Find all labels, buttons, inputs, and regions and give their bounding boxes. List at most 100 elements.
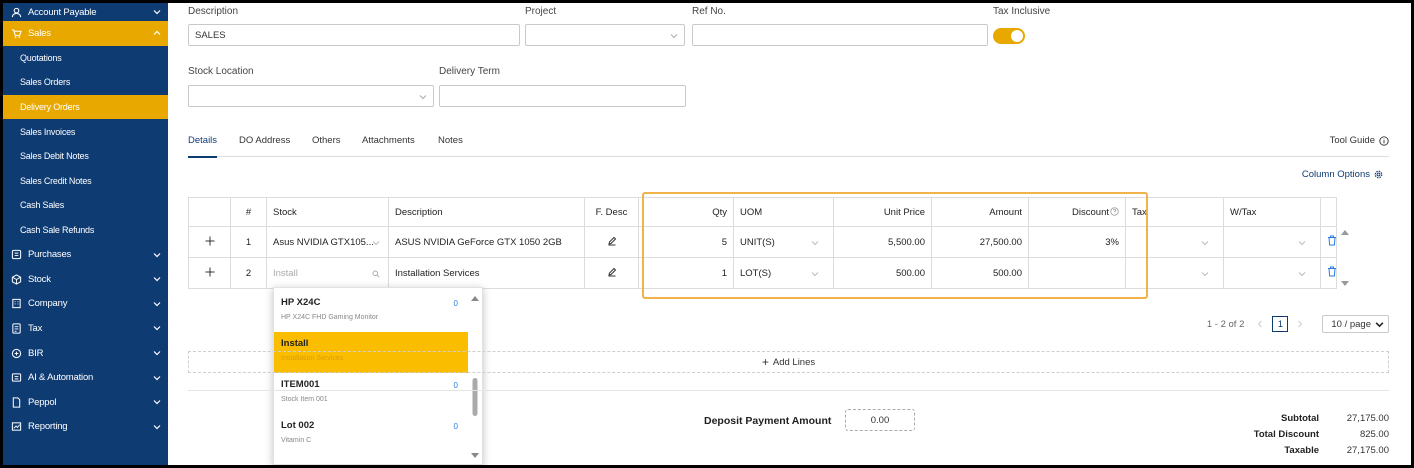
- sidebar-item-label: Company: [28, 298, 68, 310]
- chevron-down-icon: [1298, 272, 1306, 277]
- sidebar-item-bir[interactable]: BIR: [3, 341, 168, 366]
- add-lines-button[interactable]: + Add Lines: [188, 351, 1389, 373]
- tab-bar: Details DO Address Others Attachments No…: [188, 131, 1389, 158]
- ref-no-label: Ref No.: [692, 6, 726, 17]
- sidebar-item-ai-automation[interactable]: AI & Automation: [3, 365, 168, 390]
- bir-icon: [11, 348, 22, 359]
- sidebar-item-label: BIR: [28, 347, 44, 359]
- chevron-right-icon[interactable]: [1296, 320, 1304, 328]
- sidebar-item-company[interactable]: Company: [3, 292, 168, 317]
- tax-inclusive-label: Tax Inclusive: [993, 6, 1051, 17]
- page-number-button[interactable]: 1: [1272, 316, 1289, 332]
- sidebar-item-sales-orders[interactable]: Sales Orders: [3, 70, 168, 95]
- header-drag: [188, 197, 231, 227]
- chevron-up-icon: [153, 30, 161, 36]
- sidebar-item-peppol[interactable]: Peppol: [3, 390, 168, 415]
- dropdown-option-lot-002[interactable]: Lot 002 Vitamin C 0: [274, 414, 468, 455]
- sidebar-item-label: Reporting: [28, 421, 68, 433]
- ref-no-input[interactable]: [692, 24, 988, 46]
- description-cell[interactable]: ASUS NVIDIA GeForce GTX 1050 2GB: [388, 226, 585, 258]
- sidebar-item-sales[interactable]: Sales: [3, 21, 168, 46]
- dropdown-option-item001[interactable]: ITEM001 Stock Item 001 0: [274, 373, 468, 414]
- drag-handle[interactable]: [188, 226, 231, 258]
- deposit-value: 0.00: [870, 414, 890, 426]
- delivery-term-input[interactable]: [439, 85, 686, 107]
- table-scrollbar[interactable]: [1340, 227, 1350, 289]
- totals-panel: Subtotal 27,175.00 Total Discount 825.00 T…: [1189, 410, 1389, 458]
- dropdown-scrollbar[interactable]: [470, 292, 480, 462]
- info-icon: [1379, 135, 1389, 146]
- stock-location-select[interactable]: [188, 85, 434, 107]
- tab-others[interactable]: Others: [312, 135, 341, 146]
- reporting-icon: [11, 421, 22, 432]
- tax-inclusive-toggle[interactable]: [993, 28, 1025, 44]
- sidebar-item-label: Sales Invoices: [20, 126, 76, 137]
- sidebar-item-label: Tax: [28, 322, 43, 334]
- sidebar-item-sales-invoices[interactable]: Sales Invoices: [3, 119, 168, 144]
- sidebar-item-sales-credit-notes[interactable]: Sales Credit Notes: [3, 169, 168, 194]
- deposit-payment-input[interactable]: 0.00: [845, 409, 915, 431]
- sidebar-item-delivery-orders[interactable]: Delivery Orders: [3, 94, 168, 120]
- sidebar-item-label: Sales: [28, 27, 51, 39]
- fdesc-edit[interactable]: [584, 226, 639, 258]
- sidebar-item-cash-sales[interactable]: Cash Sales: [3, 193, 168, 218]
- header-num: #: [230, 197, 267, 227]
- sidebar-item-sales-debit-notes[interactable]: Sales Debit Notes: [3, 144, 168, 169]
- wtax-cell[interactable]: [1223, 257, 1321, 289]
- chevron-left-icon[interactable]: [1256, 320, 1264, 328]
- drag-handle[interactable]: [188, 257, 231, 289]
- option-qty: 0: [453, 422, 458, 431]
- account-payable-icon: [11, 7, 22, 18]
- sidebar-item-label: Purchases: [28, 249, 72, 261]
- tool-guide-link[interactable]: Tool Guide: [1330, 135, 1389, 146]
- subtotal-row: Subtotal 27,175.00: [1189, 410, 1389, 426]
- delete-row-button[interactable]: [1320, 257, 1337, 289]
- chevron-down-icon: [1298, 241, 1306, 246]
- sidebar-item-cash-sale-refunds[interactable]: Cash Sale Refunds: [3, 218, 168, 243]
- row-num: 1: [230, 226, 267, 258]
- taxable-value: 27,175.00: [1346, 444, 1389, 456]
- header-actions: [1320, 197, 1337, 227]
- option-code: Install: [281, 338, 309, 349]
- chevron-down-icon: [153, 277, 161, 282]
- sidebar-item-account-payable[interactable]: Account Payable: [3, 3, 168, 21]
- tab-notes[interactable]: Notes: [438, 135, 463, 146]
- project-select[interactable]: [525, 24, 685, 46]
- chevron-down-icon: [153, 10, 161, 15]
- sidebar-item-quotations[interactable]: Quotations: [3, 46, 168, 71]
- tax-icon: [11, 323, 22, 334]
- column-options-label: Column Options: [1301, 169, 1370, 180]
- delete-row-button[interactable]: [1320, 226, 1337, 258]
- fdesc-edit[interactable]: [584, 257, 639, 289]
- delivery-term-label: Delivery Term: [439, 66, 500, 77]
- sidebar-item-label: AI & Automation: [28, 372, 94, 384]
- stock-search-input[interactable]: Install: [266, 257, 389, 289]
- sidebar-item-purchases[interactable]: Purchases: [3, 242, 168, 267]
- description-value: SALES: [195, 29, 226, 41]
- header-description: Description: [388, 197, 585, 227]
- sidebar-item-label: Delivery Orders: [20, 102, 80, 113]
- dropdown-option-hp-x24c[interactable]: HP X24C HP X24C FHD Gaming Monitor 0: [274, 291, 468, 332]
- page-size-select[interactable]: 10 / page: [1322, 315, 1389, 333]
- description-cell[interactable]: Installation Services: [388, 257, 585, 289]
- tab-details[interactable]: Details: [188, 135, 218, 158]
- search-icon: [372, 270, 380, 278]
- pagination: 1 - 2 of 2 1 10 / page: [1207, 315, 1389, 333]
- description-input[interactable]: SALES: [188, 24, 520, 46]
- option-code: ITEM001: [281, 379, 320, 390]
- tool-guide-label: Tool Guide: [1329, 135, 1375, 146]
- sidebar-item-reporting[interactable]: Reporting: [3, 415, 168, 440]
- stock-cell[interactable]: Asus NVIDIA GTX105...: [266, 226, 389, 258]
- move-icon: [205, 236, 214, 245]
- sidebar-item-tax[interactable]: Tax: [3, 316, 168, 341]
- column-options-link[interactable]: Column Options: [1302, 169, 1383, 180]
- stock-icon: [11, 274, 22, 285]
- chevron-down-icon: [419, 95, 427, 100]
- peppol-icon: [11, 397, 22, 408]
- chevron-down-icon: [1375, 321, 1384, 327]
- tab-do-address[interactable]: DO Address: [239, 135, 290, 146]
- tab-attachments[interactable]: Attachments: [362, 135, 415, 146]
- wtax-cell[interactable]: [1223, 226, 1321, 258]
- option-desc: HP X24C FHD Gaming Monitor: [281, 314, 379, 321]
- sidebar-item-stock[interactable]: Stock: [3, 267, 168, 292]
